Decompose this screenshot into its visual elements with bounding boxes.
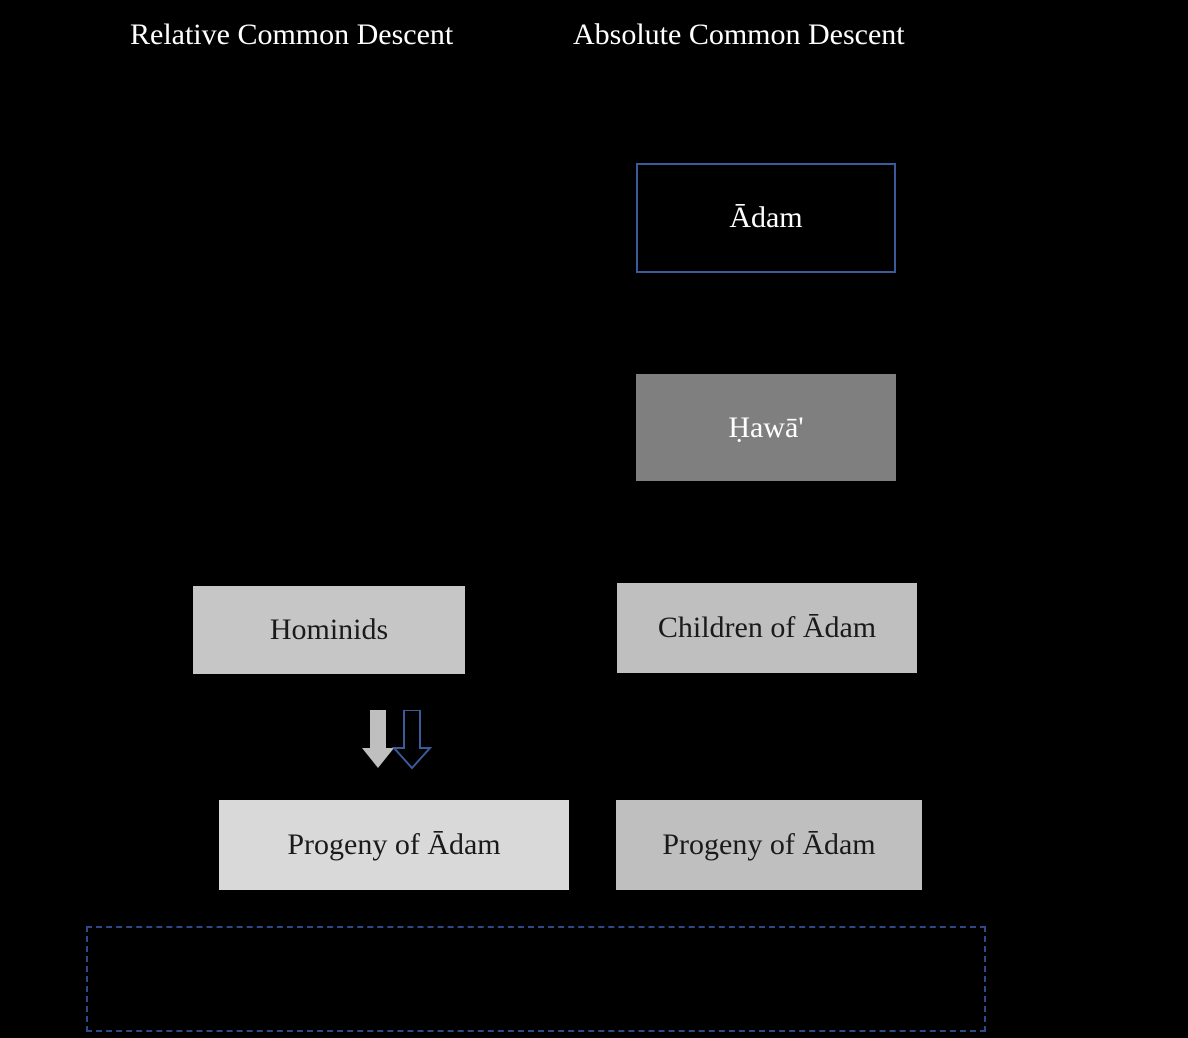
heading-relative: Relative Common Descent: [130, 18, 453, 52]
caption-box: [86, 926, 986, 1032]
arrow-pair: [360, 710, 434, 770]
box-hominids: Hominids: [193, 586, 465, 674]
box-children-of-adam: Children of Ādam: [617, 583, 917, 673]
arrow-down-filled-icon: [362, 710, 394, 768]
box-progeny-right: Progeny of Ādam: [616, 800, 922, 890]
box-progeny-left: Progeny of Ādam: [219, 800, 569, 890]
box-hawa: Ḥawā': [636, 374, 896, 481]
heading-absolute: Absolute Common Descent: [573, 18, 905, 52]
box-adam: Ādam: [636, 163, 896, 273]
arrow-down-outline-icon: [394, 710, 430, 768]
